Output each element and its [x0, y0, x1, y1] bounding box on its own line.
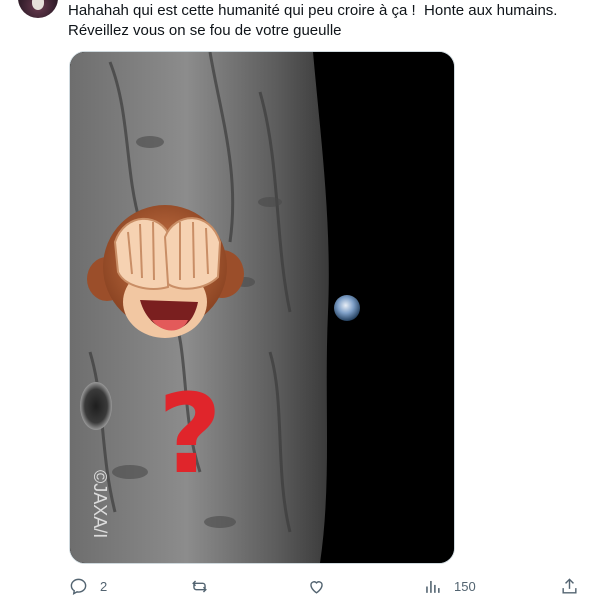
share-icon — [562, 577, 577, 594]
retweet-button[interactable] — [190, 572, 221, 600]
watermark: ©JAXA/I — [90, 470, 110, 538]
reply-button[interactable]: 2 — [69, 572, 107, 600]
like-icon — [310, 580, 323, 594]
share-button[interactable] — [560, 572, 579, 600]
question-mark-emoji: ? — [158, 370, 222, 498]
reply-count: 2 — [100, 578, 108, 594]
tweet-media[interactable]: ? ©JAXA/I — [69, 51, 455, 564]
moon-earth-image: ? ©JAXA/I — [70, 52, 454, 563]
views-count: 150 — [454, 578, 476, 594]
tweet-actions: 2 150 — [0, 572, 598, 600]
like-button[interactable] — [307, 572, 338, 600]
tweet-text: Hahahah qui est cette humanité qui peu c… — [68, 2, 558, 39]
reply-icon — [70, 578, 87, 595]
avatar[interactable] — [18, 0, 58, 18]
views-button[interactable]: 150 — [423, 572, 476, 600]
retweet-icon — [192, 579, 207, 593]
views-icon — [426, 580, 440, 593]
